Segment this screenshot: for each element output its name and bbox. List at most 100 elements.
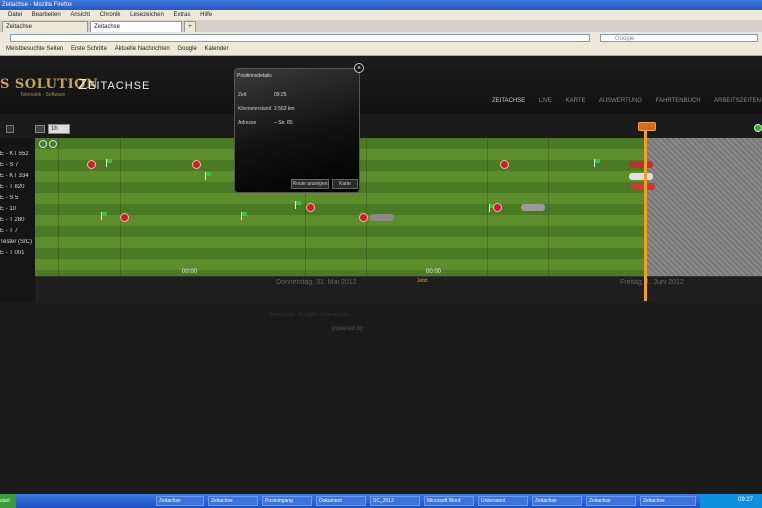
menu-hilfe[interactable]: Hilfe <box>200 12 212 18</box>
stop-icon[interactable] <box>493 203 502 212</box>
nav-karte[interactable]: KARTE <box>566 98 586 104</box>
taskbar-item[interactable]: Zeitachse <box>640 496 696 506</box>
menu-chronik[interactable]: Chronik <box>100 12 121 18</box>
tab-bar: Zeitachse Zeitachse + <box>0 20 762 32</box>
vehicle-label[interactable]: E - T 001 <box>0 250 35 256</box>
window-title: Zeitachse - Mozilla Firefox <box>2 2 73 8</box>
menu-datei[interactable]: Datei <box>8 12 22 18</box>
stop-icon[interactable] <box>500 160 509 169</box>
map-button[interactable]: Karte <box>332 179 358 189</box>
nav-live[interactable]: LIVE <box>539 98 552 104</box>
start-flag-icon[interactable] <box>241 212 247 220</box>
menu-bearbeiten[interactable]: Bearbeiten <box>32 12 61 18</box>
menu-ansicht[interactable]: Ansicht <box>70 12 90 18</box>
clock: 09:27 <box>738 497 754 503</box>
start-flag-icon[interactable] <box>205 172 211 180</box>
taskbar-item[interactable]: Unbenannt <box>478 496 528 506</box>
taskbar-item[interactable]: Microsoft Word <box>424 496 474 506</box>
bookmarks-toolbar: Meistbesuchte Seiten Erste Schritte Aktu… <box>0 44 762 56</box>
start-flag-icon[interactable] <box>594 159 600 167</box>
show-route-button[interactable]: Route anzeigen <box>291 179 329 189</box>
vehicle-label[interactable]: E - S 5 <box>0 195 35 201</box>
popup-field-value: 2.563 km <box>274 106 295 112</box>
bookmark-item[interactable]: Google <box>177 46 196 52</box>
vehicle-label[interactable]: E - T 7 <box>0 228 35 234</box>
now-line <box>644 131 647 301</box>
brand-tagline: Telematik · Software <box>20 92 66 98</box>
tab-zeitachse-2[interactable]: Zeitachse <box>90 21 182 32</box>
hour-mark-label: 00:00 <box>182 269 198 275</box>
vehicle-label[interactable]: Tester (SIC) <box>0 239 35 245</box>
bookmark-item[interactable]: Aktuelle Nachrichten <box>115 46 170 52</box>
nav-fahrtenbuch[interactable]: FAHRTENBUCH <box>656 98 701 104</box>
hour-mark-label: 00:00 <box>426 269 442 275</box>
stop-icon[interactable] <box>87 160 96 169</box>
taskbar-item[interactable]: Zeitachse <box>532 496 582 506</box>
bookmark-item[interactable]: Meistbesuchte Seiten <box>6 46 63 52</box>
stop-icon[interactable] <box>359 213 368 222</box>
vehicle-car-icon[interactable] <box>629 161 653 168</box>
new-tab-button[interactable]: + <box>184 21 196 32</box>
nav-arbeitszeiten[interactable]: ARBEITSZEITEN <box>714 98 761 104</box>
vehicle-car-icon[interactable] <box>631 183 655 190</box>
vehicle-label[interactable]: E - KT 334 <box>0 173 35 179</box>
taskbar-item[interactable]: Posteingang <box>262 496 312 506</box>
zoom-out-icon[interactable] <box>39 140 47 148</box>
nav-auswertung[interactable]: AUSWERTUNG <box>599 98 642 104</box>
taskbar-item[interactable]: Zeitachse <box>156 496 204 506</box>
future-area <box>645 138 762 276</box>
start-flag-icon[interactable] <box>101 212 107 220</box>
taskbar-item[interactable]: SC_2012 <box>370 496 420 506</box>
stop-icon[interactable] <box>120 213 129 222</box>
nav-zeitachse[interactable]: ZEITACHSE <box>492 98 525 104</box>
popup-field-value: 09:25 <box>274 92 287 98</box>
popup-field-value: – Str. 85 <box>274 120 293 126</box>
footer-links[interactable]: Impressum · Kontakt · Datenschutz <box>270 312 348 318</box>
page-title: Zeitachse <box>78 76 151 93</box>
day-label: Donnerstag, 31. Mai 2012 <box>276 279 357 286</box>
tab-zeitachse-1[interactable]: Zeitachse <box>2 21 88 32</box>
start-flag-icon[interactable] <box>295 201 301 209</box>
menu-lesezeichen[interactable]: Lesezeichen <box>130 12 164 18</box>
menu-extras[interactable]: Extras <box>173 12 190 18</box>
popup-field-label: Zeit <box>238 92 247 98</box>
grid-line <box>58 138 59 276</box>
calendar-icon[interactable] <box>35 125 45 133</box>
stop-icon[interactable] <box>306 203 315 212</box>
vehicle-label[interactable]: E - 10 <box>0 206 35 212</box>
day-label: Freitag, 1. Juni 2012 <box>620 279 684 286</box>
grid-line <box>120 138 121 276</box>
interval-select[interactable]: 1h <box>48 124 70 134</box>
vehicle-list: E - KT 552 E - S 7 E - KT 334 E - T 820 … <box>0 138 35 302</box>
vehicle-car-icon[interactable] <box>370 214 394 221</box>
popup-title: Positionsdetails <box>237 73 272 79</box>
start-button[interactable]: start <box>0 494 16 508</box>
refresh-icon[interactable] <box>754 124 762 132</box>
search-input[interactable]: Google <box>600 34 758 42</box>
grid-line <box>487 138 488 276</box>
vehicle-label[interactable]: E - S 7 <box>0 162 35 168</box>
menu-bar: Datei Bearbeiten Ansicht Chronik Lesezei… <box>0 10 762 20</box>
powered-by: powered by <box>332 326 364 332</box>
vehicle-label[interactable]: E - KT 552 <box>0 151 35 157</box>
vehicle-car-icon[interactable] <box>629 173 653 180</box>
zoom-in-icon[interactable] <box>49 140 57 148</box>
taskbar-item[interactable]: Dokument <box>316 496 366 506</box>
stop-icon[interactable] <box>192 160 201 169</box>
grid-line <box>548 138 549 276</box>
vehicle-label[interactable]: E - T 820 <box>0 184 35 190</box>
taskbar-item[interactable]: Zeitachse <box>586 496 636 506</box>
bookmark-item[interactable]: Erste Schritte <box>71 46 107 52</box>
start-flag-icon[interactable] <box>106 159 112 167</box>
main-nav: ZEITACHSE LIVE KARTE AUSWERTUNG FAHRTENB… <box>492 98 762 104</box>
now-marker-icon[interactable] <box>638 122 656 131</box>
bookmark-item[interactable]: Kalender <box>204 46 228 52</box>
close-icon[interactable]: × <box>354 63 364 73</box>
position-details-popup <box>234 68 360 193</box>
expand-button[interactable] <box>6 125 14 133</box>
url-bar[interactable] <box>10 34 590 42</box>
vehicle-car-icon[interactable] <box>521 204 545 211</box>
vehicle-label[interactable]: E - T 280 <box>0 217 35 223</box>
taskbar-item[interactable]: Zeitachse <box>208 496 258 506</box>
popup-field-label: Adresse <box>238 120 257 126</box>
